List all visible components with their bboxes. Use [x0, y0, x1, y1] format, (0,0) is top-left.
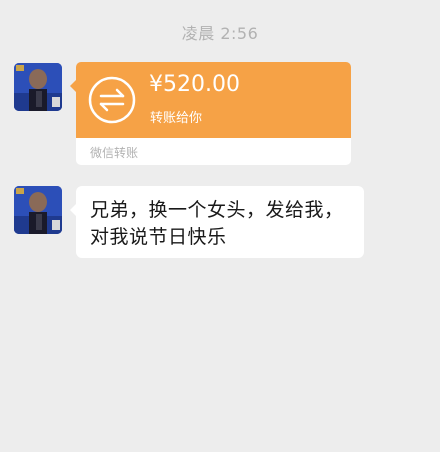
transfer-note: 转账给你	[150, 111, 203, 126]
sender-avatar[interactable]	[14, 63, 62, 111]
transfer-amount: ¥520.00	[149, 72, 240, 97]
message-line-2: 对我说节日快乐	[90, 226, 227, 248]
message-line-1: 兄弟，换一个女头，发给我，	[90, 199, 344, 221]
transfer-footer-label: 微信转账	[90, 146, 139, 160]
transfer-header: ¥520.00 转账给你	[76, 62, 351, 138]
transfer-arrows-icon	[88, 76, 136, 124]
transfer-message[interactable]: ¥520.00 转账给你 微信转账	[70, 62, 351, 165]
text-message-bubble[interactable]: 兄弟，换一个女头，发给我， 对我说节日快乐	[70, 186, 364, 258]
chat-timestamp: 凌晨 2:56	[181, 24, 259, 43]
sender-avatar[interactable]	[14, 186, 62, 234]
transfer-footer-bar: 微信转账	[76, 138, 351, 165]
